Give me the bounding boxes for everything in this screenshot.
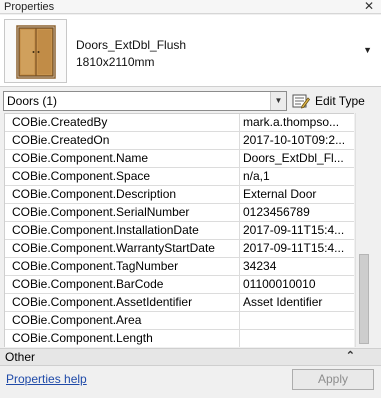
property-row[interactable]: COBie.Component.Name Doors_ExtDbl_Fl... [5,150,354,168]
property-row[interactable]: COBie.Component.Length [5,330,354,347]
window-title: Properties [4,1,55,13]
type-size: 1810x2110mm [76,55,155,69]
properties-grid: COBie.CreatedBy mark.a.thompso... COBie.… [4,113,354,347]
scrollbar-thumb[interactable] [359,254,369,344]
instance-filter-value: Doors (1) [7,94,58,108]
door-icon [4,19,67,83]
property-row[interactable]: COBie.CreatedOn 2017-10-10T09:2... [5,132,354,150]
close-icon[interactable]: ✕ [364,0,374,13]
property-value[interactable]: 0123456789 [241,204,354,222]
property-name: COBie.Component.InstallationDate [12,223,199,237]
property-value[interactable]: 2017-10-10T09:2... [241,132,354,150]
dropdown-arrow-icon[interactable]: ▼ [270,92,286,110]
instance-filter-row: Doors (1) ▼ Edit Type [0,88,381,113]
property-row[interactable]: COBie.CreatedBy mark.a.thompso... [5,114,354,132]
property-value[interactable] [241,312,354,330]
property-row[interactable]: COBie.Component.AssetIdentifier Asset Id… [5,294,354,312]
type-selector-panel[interactable]: Doors_ExtDbl_Flush 1810x2110mm ▼ [0,15,381,87]
property-name: COBie.Component.AssetIdentifier [12,295,193,309]
edit-type-icon [292,93,311,109]
property-name: COBie.Component.BarCode [12,277,164,291]
panel-edge [372,113,381,347]
property-row[interactable]: COBie.Component.BarCode 01100010010 [5,276,354,294]
title-bar: Properties ✕ [0,0,381,14]
property-row[interactable]: COBie.Component.InstallationDate 2017-09… [5,222,354,240]
property-name: COBie.Component.Area [12,313,142,327]
chevron-down-icon[interactable]: ▼ [363,45,372,55]
property-value[interactable]: Asset Identifier [241,294,354,312]
property-value[interactable]: mark.a.thompso... [241,114,354,132]
property-name: COBie.CreatedOn [12,133,110,147]
apply-button[interactable]: Apply [292,369,374,390]
vertical-scrollbar[interactable] [355,113,372,347]
property-value[interactable]: Doors_ExtDbl_Fl... [241,150,354,168]
property-name: COBie.Component.WarrantyStartDate [12,241,215,255]
property-name: COBie.Component.Name [12,151,149,165]
property-name: COBie.Component.Space [12,169,151,183]
collapse-icon[interactable]: ⌃ [346,349,355,362]
property-value[interactable] [241,330,354,347]
property-row[interactable]: COBie.Component.TagNumber 34234 [5,258,354,276]
property-row[interactable]: COBie.Component.Space n/a,1 [5,168,354,186]
property-value[interactable]: External Door [241,186,354,204]
property-row[interactable]: COBie.Component.SerialNumber 0123456789 [5,204,354,222]
property-name: COBie.Component.SerialNumber [12,205,190,219]
property-value[interactable]: n/a,1 [241,168,354,186]
property-value[interactable]: 34234 [241,258,354,276]
property-row[interactable]: COBie.Component.WarrantyStartDate 2017-0… [5,240,354,258]
group-header-other[interactable]: Other ⌃ [0,348,381,366]
property-row[interactable]: COBie.Component.Description External Doo… [5,186,354,204]
edit-type-label: Edit Type [315,94,365,108]
property-name: COBie.Component.TagNumber [12,259,179,273]
property-value[interactable]: 2017-09-11T15:4... [241,222,354,240]
instance-filter-dropdown[interactable]: Doors (1) ▼ [3,91,287,111]
properties-help-link[interactable]: Properties help [6,372,87,386]
property-name: COBie.Component.Length [12,331,153,345]
edit-type-button[interactable]: Edit Type [292,91,376,111]
property-value[interactable]: 01100010010 [241,276,354,294]
property-name: COBie.Component.Description [12,187,177,201]
footer: Properties help Apply [0,367,381,398]
property-row[interactable]: COBie.Component.Area [5,312,354,330]
property-name: COBie.CreatedBy [12,115,108,129]
type-name: Doors_ExtDbl_Flush [76,38,187,52]
group-label: Other [5,350,36,364]
property-value[interactable]: 2017-09-11T15:4... [241,240,354,258]
